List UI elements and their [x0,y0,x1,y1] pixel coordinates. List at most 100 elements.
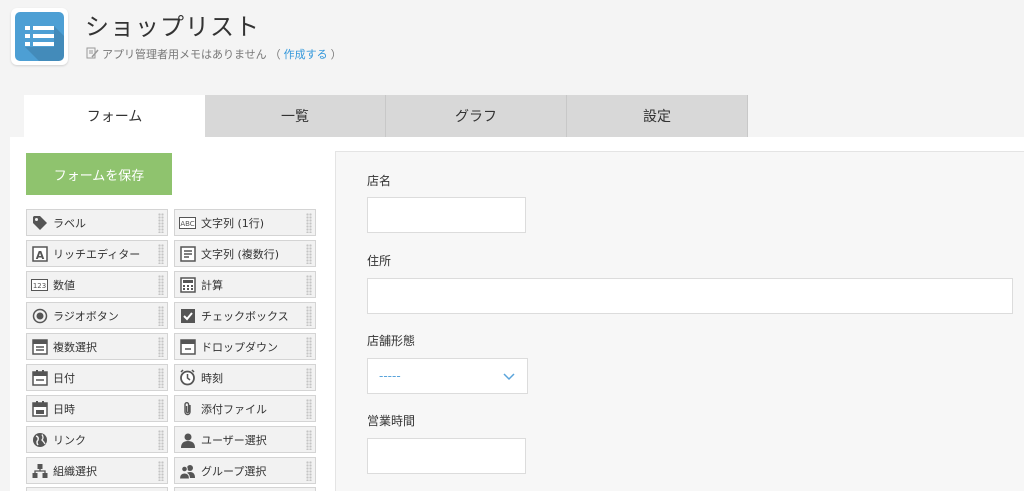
palette-item-date[interactable]: 日付 [26,364,168,391]
drag-handle-icon [158,213,164,233]
palette-item-text-single[interactable]: ABC 文字列 (1行) [174,209,316,236]
palette-item-text: 日時 [53,402,75,416]
clock-icon [179,369,196,386]
globe-icon [31,431,48,448]
field-label-address: 住所 [367,254,392,268]
palette-item-text: 計算 [201,278,223,292]
tag-icon [31,214,48,231]
number-icon: 123 [31,276,48,293]
app-title: ショップリスト [85,13,260,41]
business-hours-field[interactable] [367,438,526,474]
palette-item-text: 文字列 (1行) [201,216,265,230]
tab-bar: フォーム 一覧 グラフ 設定 [24,95,748,137]
field-label-shop-name: 店名 [367,174,392,188]
checkbox-icon [179,307,196,324]
palette-item-dropdown[interactable]: ドロップダウン [174,333,316,360]
svg-text:123: 123 [33,282,46,290]
svg-text:ABC: ABC [180,220,194,228]
drag-handle-icon [158,430,164,450]
palette-item-text-multi[interactable]: 文字列 (複数行) [174,240,316,267]
app-icon [11,8,68,65]
palette-item-group-select[interactable]: グループ選択 [174,457,316,484]
palette-item-text: リッチエディター [53,247,141,261]
list-icon [15,12,64,61]
create-memo-link[interactable]: 作成する [284,46,328,62]
palette-item-checkbox[interactable]: チェックボックス [174,302,316,329]
drag-handle-icon [158,399,164,419]
memo-edit-icon [86,46,99,62]
memo-paren-close: ） [330,48,342,61]
palette-item-calc[interactable]: 計算 [174,271,316,298]
palette-item-user-select[interactable]: ユーザー選択 [174,426,316,453]
drag-handle-icon [306,430,312,450]
palette-item-text: ドロップダウン [201,340,278,354]
tab-list[interactable]: 一覧 [205,95,386,137]
palette-item-text: 時刻 [201,371,223,385]
drag-handle-icon [306,213,312,233]
drag-handle-icon [158,368,164,388]
palette-item-radio[interactable]: ラジオボタン [26,302,168,329]
palette-item-rich-editor[interactable]: A リッチエディター [26,240,168,267]
drag-handle-icon [158,275,164,295]
drag-handle-icon [306,244,312,264]
group-icon [179,462,196,479]
palette-item-text: 数値 [53,278,75,292]
palette-item-label[interactable]: ラベル [26,209,168,236]
memo-paren-open: （ [269,48,281,61]
drag-handle-icon [306,337,312,357]
palette-item-link[interactable]: リンク [26,426,168,453]
palette-item-attachment[interactable]: 添付ファイル [174,395,316,422]
datetime-icon [31,400,48,417]
drag-handle-icon [158,306,164,326]
tab-form[interactable]: フォーム [24,95,205,137]
palette-item-text: グループ選択 [201,464,267,478]
drag-handle-icon [306,399,312,419]
radio-icon [31,307,48,324]
chevron-down-icon [503,370,515,384]
palette-item-text: リンク [53,433,86,447]
calculator-icon [179,276,196,293]
paperclip-icon [179,400,196,417]
palette-item-text: ラベル [53,216,86,230]
palette-item-text: 複数選択 [53,340,97,354]
palette-item-text: ユーザー選択 [201,433,267,447]
calendar-icon [31,369,48,386]
palette-item-number[interactable]: 123 数値 [26,271,168,298]
memo-text: アプリ管理者用メモはありません [102,48,267,61]
store-type-value: ----- [379,369,401,383]
palette-item-text: 添付ファイル [201,402,267,416]
svg-text:A: A [35,249,44,262]
app-memo: アプリ管理者用メモはありません（作成する） [86,46,342,62]
palette-item-datetime[interactable]: 日時 [26,395,168,422]
palette-item-text: チェックボックス [201,309,289,323]
palette-item-partial[interactable] [26,487,168,491]
drag-handle-icon [158,461,164,481]
rich-editor-icon: A [31,245,48,262]
field-label-store-type: 店舗形態 [367,334,416,348]
drag-handle-icon [306,368,312,388]
drag-handle-icon [306,306,312,326]
palette-item-text: 日付 [53,371,75,385]
palette-item-text: 組織選択 [53,464,97,478]
palette-item-partial[interactable] [174,487,316,491]
palette-item-multi-select[interactable]: 複数選択 [26,333,168,360]
drag-handle-icon [306,461,312,481]
dropdown-icon [179,338,196,355]
tab-settings[interactable]: 設定 [567,95,748,137]
palette-item-org-select[interactable]: 組織選択 [26,457,168,484]
abc-icon: ABC [179,214,196,231]
store-type-dropdown[interactable]: ----- [367,358,528,394]
shop-name-field[interactable] [367,197,526,233]
address-field[interactable] [367,278,1013,314]
palette-item-text: ラジオボタン [53,309,119,323]
tab-graph[interactable]: グラフ [386,95,567,137]
form-canvas: 店名 住所 店舗形態 ----- 営業時間 [335,151,1024,491]
palette-item-text: 文字列 (複数行) [201,247,280,261]
user-icon [179,431,196,448]
field-label-business-hours: 営業時間 [367,414,416,428]
drag-handle-icon [158,337,164,357]
org-icon [31,462,48,479]
save-form-button[interactable]: フォームを保存 [26,153,172,195]
multi-select-icon [31,338,48,355]
palette-item-time[interactable]: 時刻 [174,364,316,391]
